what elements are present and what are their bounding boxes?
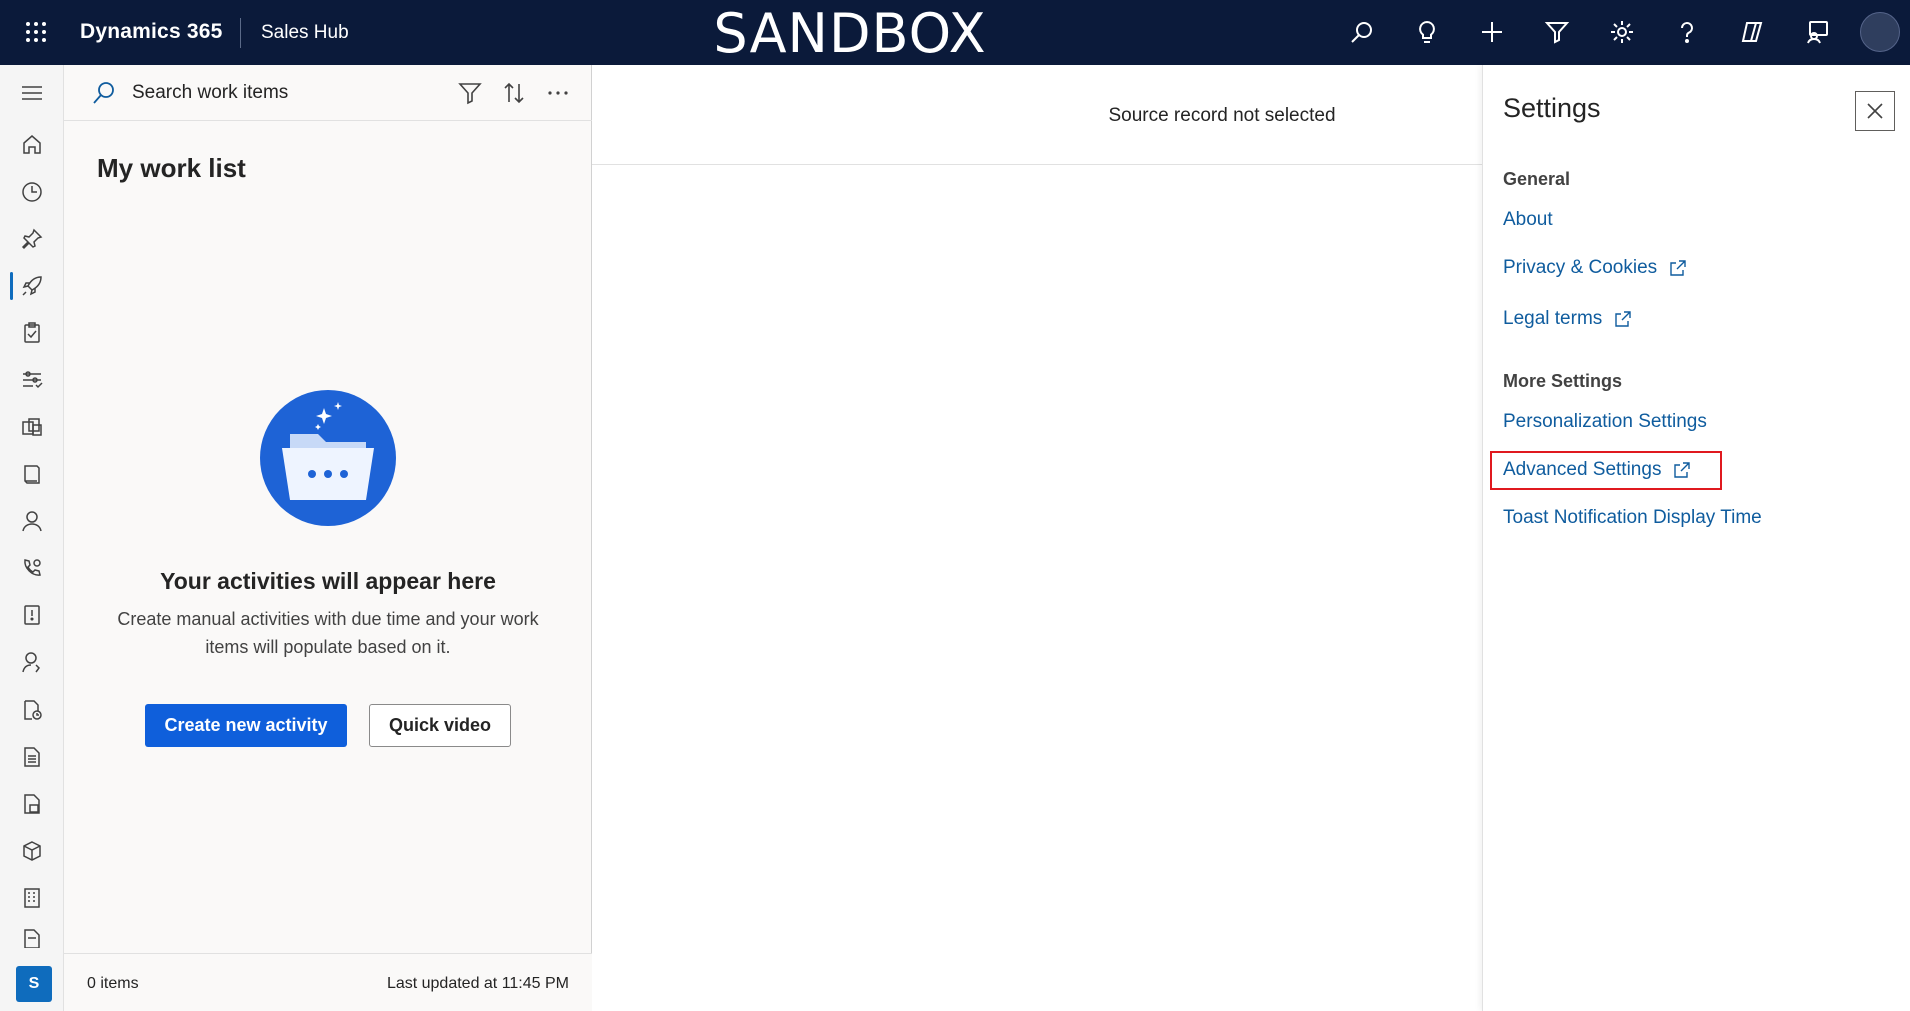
sliders-icon[interactable] xyxy=(18,366,46,394)
filter-icon[interactable] xyxy=(1542,17,1572,47)
empty-state-title: Your activities will appear here xyxy=(160,568,496,594)
top-navigation-bar: Dynamics 365 Sales Hub SANDBOX xyxy=(0,0,1910,65)
search-icon xyxy=(92,81,116,105)
app-name[interactable]: Sales Hub xyxy=(261,22,349,44)
person-icon[interactable] xyxy=(18,507,46,535)
filter-icon[interactable] xyxy=(456,79,484,107)
legal-terms-link[interactable]: Legal terms xyxy=(1503,308,1632,330)
more-settings-heading: More Settings xyxy=(1503,371,1623,391)
work-list-footer: 0 items Last updated at 11:45 PM xyxy=(64,953,592,1011)
toast-label: Toast Notification Display Time xyxy=(1503,507,1762,528)
stack-icon[interactable] xyxy=(18,413,46,441)
settings-pane: Settings General About Privacy & Cookies… xyxy=(1482,65,1910,1011)
help-icon[interactable] xyxy=(1672,17,1702,47)
document-icon[interactable] xyxy=(18,743,46,771)
personalization-settings-link[interactable]: Personalization Settings xyxy=(1503,411,1707,433)
search-icon[interactable] xyxy=(1347,17,1377,47)
book-icon[interactable] xyxy=(18,460,46,488)
lightbulb-icon[interactable] xyxy=(1412,17,1442,47)
document-clock-icon[interactable] xyxy=(18,696,46,724)
settings-title: Settings xyxy=(1503,93,1601,123)
search-work-items-input[interactable] xyxy=(132,75,432,111)
work-list-panel: My work list Your activities will appear… xyxy=(64,65,592,1011)
about-label: About xyxy=(1503,209,1553,230)
copilot-icon[interactable] xyxy=(1737,17,1767,47)
cube-icon[interactable] xyxy=(18,837,46,865)
empty-folder-illustration xyxy=(260,390,396,526)
menu-icon[interactable] xyxy=(18,79,46,107)
privacy-label: Privacy & Cookies xyxy=(1503,257,1658,278)
item-count: 0 items xyxy=(87,975,139,992)
recent-icon[interactable] xyxy=(18,178,46,206)
last-updated: Last updated at 11:45 PM xyxy=(386,975,569,992)
area-switcher-avatar[interactable]: S xyxy=(16,966,52,1002)
sort-icon[interactable] xyxy=(500,79,528,107)
building-icon[interactable] xyxy=(18,884,46,912)
left-navigation-rail: S xyxy=(0,65,64,1011)
create-new-activity-button[interactable]: Create new activity xyxy=(145,704,347,747)
clipboard-icon[interactable] xyxy=(18,319,46,347)
quick-video-button[interactable]: Quick video xyxy=(369,704,511,747)
phone-gear-icon[interactable] xyxy=(18,554,46,582)
user-avatar[interactable] xyxy=(1860,12,1900,52)
privacy-cookies-link[interactable]: Privacy & Cookies xyxy=(1503,257,1687,279)
document-partial-icon[interactable] xyxy=(18,926,46,948)
header-divider xyxy=(240,18,241,48)
main-content: Source record not selected xyxy=(592,65,1482,1011)
plus-icon[interactable] xyxy=(1477,17,1507,47)
rocket-icon[interactable] xyxy=(18,272,46,300)
page-title: My work list xyxy=(97,153,246,183)
work-list-toolbar xyxy=(64,65,592,121)
more-options-icon[interactable] xyxy=(544,79,572,107)
app-launcher-icon[interactable] xyxy=(24,20,48,44)
personalization-label: Personalization Settings xyxy=(1503,411,1707,432)
person-badge-icon[interactable] xyxy=(18,648,46,676)
toast-notification-link[interactable]: Toast Notification Display Time xyxy=(1503,507,1762,529)
external-link-icon xyxy=(1615,311,1631,327)
about-link[interactable]: About xyxy=(1503,209,1553,231)
document-stack-icon[interactable] xyxy=(18,790,46,818)
product-name[interactable]: Dynamics 365 xyxy=(80,20,223,44)
environment-banner: SANDBOX xyxy=(713,2,987,65)
close-settings-button[interactable] xyxy=(1855,91,1895,131)
pin-icon[interactable] xyxy=(18,225,46,253)
alert-document-icon[interactable] xyxy=(18,601,46,629)
advanced-settings-link[interactable]: Advanced Settings xyxy=(1503,459,1691,481)
legal-label: Legal terms xyxy=(1503,308,1603,329)
source-record-header: Source record not selected xyxy=(592,65,1482,165)
close-icon xyxy=(1867,103,1883,119)
active-indicator xyxy=(10,272,13,300)
home-icon[interactable] xyxy=(18,130,46,158)
advanced-label: Advanced Settings xyxy=(1503,459,1662,480)
external-link-icon xyxy=(1674,462,1691,478)
empty-state-description: Create manual activities with due time a… xyxy=(117,609,539,657)
feedback-icon[interactable] xyxy=(1802,17,1832,47)
general-heading: General xyxy=(1503,169,1571,189)
gear-icon[interactable] xyxy=(1607,17,1637,47)
external-link-icon xyxy=(1670,260,1686,276)
